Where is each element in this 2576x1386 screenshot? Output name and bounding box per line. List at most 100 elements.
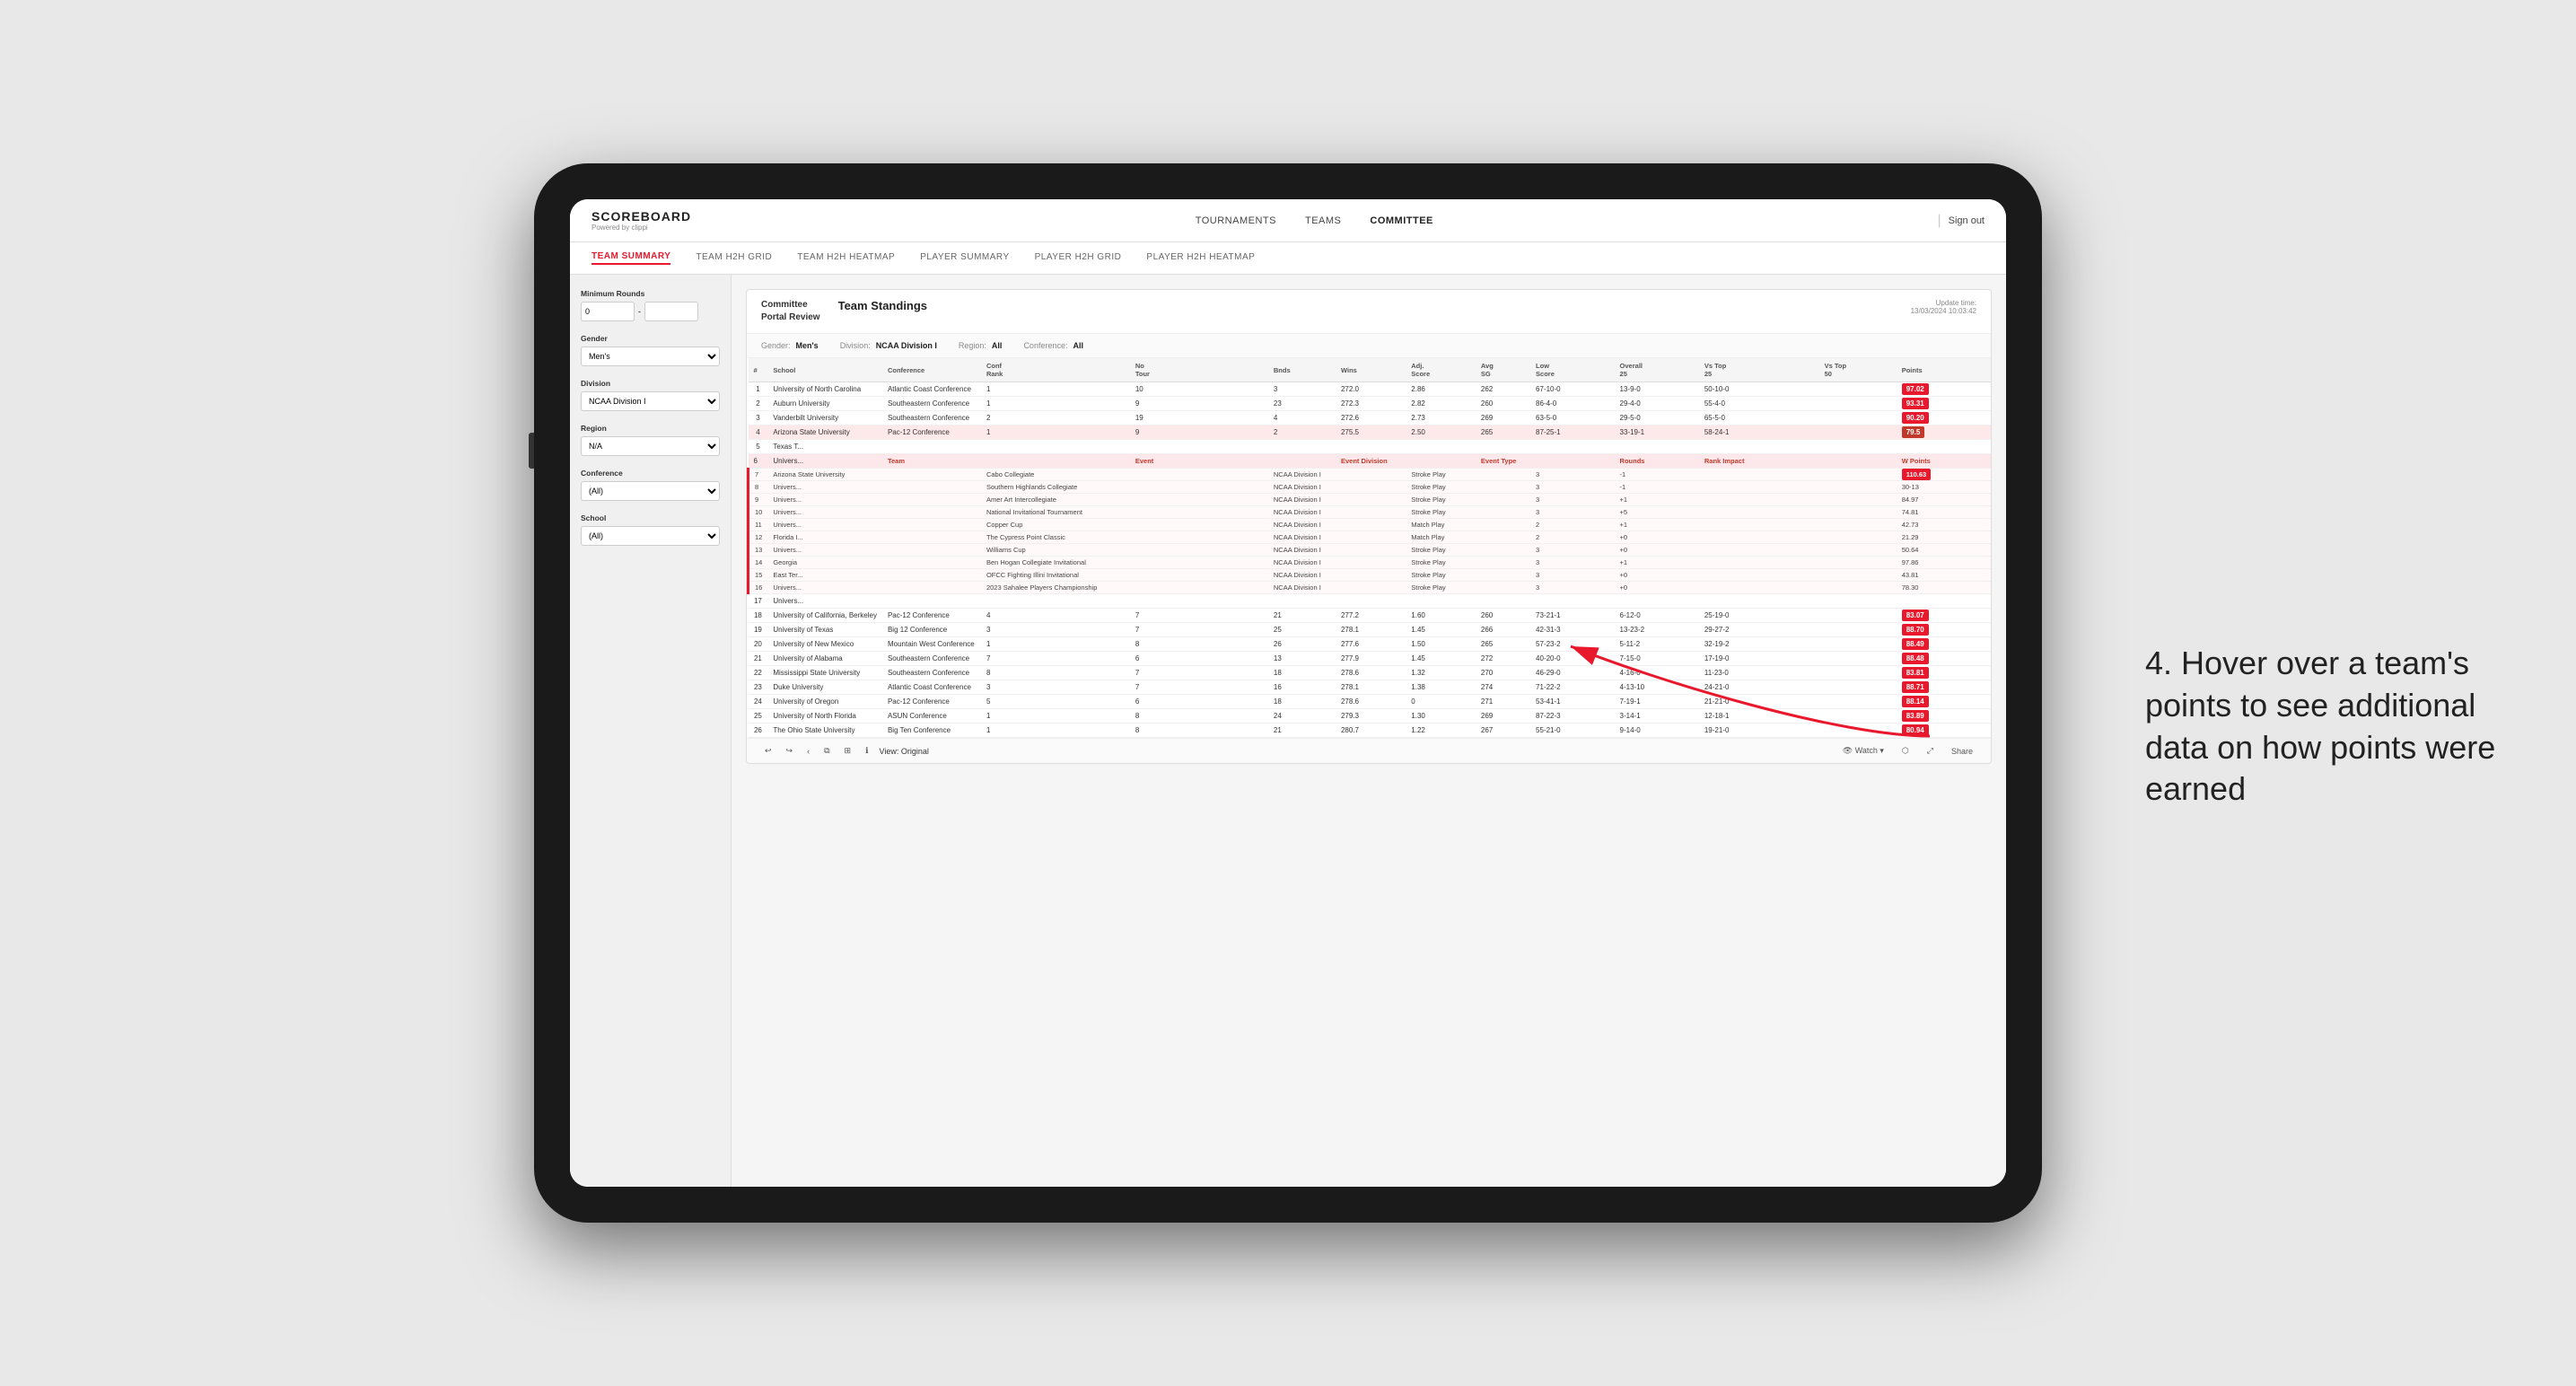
toolbar-right: 👁 Watch ▾ ⬡ ⤢ Share <box>1839 744 1976 758</box>
expanded-row: 8 Univers... Southern Highlands Collegia… <box>749 481 1992 494</box>
copy-button[interactable]: ⧉ <box>820 744 833 758</box>
sidebar-min-rounds: Minimum Rounds - <box>581 289 720 321</box>
resize-button[interactable]: ⤢ <box>1923 744 1937 758</box>
sidebar-region: Region N/A <box>581 424 720 456</box>
th-no-tour: NoTour <box>1130 358 1268 382</box>
share-icon: ⬡ <box>1898 744 1913 758</box>
expanded-row: 9 Univers... Amer Art Intercollegiate NC… <box>749 494 1992 506</box>
sidebar: Minimum Rounds - Gender Men's Division <box>570 275 732 1187</box>
portal-title: Committee Portal Review <box>761 299 820 324</box>
nav-teams[interactable]: TEAMS <box>1305 215 1341 226</box>
gender-select[interactable]: Men's <box>581 346 720 366</box>
region-select[interactable]: N/A <box>581 436 720 456</box>
view-label[interactable]: View: Original <box>880 747 929 756</box>
points-badge[interactable]: 97.02 <box>1902 383 1929 395</box>
points-badge[interactable]: 88.49 <box>1902 638 1929 650</box>
table-row: 23 Duke University Atlantic Coast Confer… <box>749 680 1992 695</box>
filter-region: Region: All <box>959 341 1003 350</box>
expanded-row: 10 Univers... National Invitational Tour… <box>749 506 1992 519</box>
points-badge[interactable]: 90.20 <box>1902 412 1929 424</box>
table-row: 26 The Ohio State University Big Ten Con… <box>749 724 1992 738</box>
expanded-row: 12 Florida I... The Cypress Point Classi… <box>749 531 1992 544</box>
th-bnds: Bnds <box>1268 358 1336 382</box>
tablet-frame: SCOREBOARD Powered by clippi TOURNAMENTS… <box>534 163 2042 1223</box>
expanded-header-row: 6 Univers... Team Event Event Division E… <box>749 454 1992 469</box>
nav-tournaments[interactable]: TOURNAMENTS <box>1196 215 1276 226</box>
region-label: Region <box>581 424 720 433</box>
bottom-toolbar: ↩ ↪ ‹ ⧉ ⊞ ℹ View: Original 👁 Watch ▾ <box>747 738 1991 763</box>
sidebar-school: School (All) <box>581 513 720 546</box>
school-select[interactable]: (All) <box>581 526 720 546</box>
points-badge[interactable]: 88.48 <box>1902 653 1929 664</box>
th-points: Points <box>1897 358 1991 382</box>
range-separator: - <box>638 307 641 316</box>
logo-area: SCOREBOARD Powered by clippi <box>591 209 691 232</box>
points-badge[interactable]: 80.94 <box>1902 724 1929 736</box>
table-row: 24 University of Oregon Pac-12 Conferenc… <box>749 695 1992 709</box>
school-label: School <box>581 513 720 522</box>
redo-button[interactable]: ↪ <box>783 744 797 758</box>
points-badge[interactable]: 83.89 <box>1902 710 1929 722</box>
min-rounds-max[interactable] <box>644 302 698 321</box>
th-rank: # <box>749 358 768 382</box>
sub-nav: TEAM SUMMARY TEAM H2H GRID TEAM H2H HEAT… <box>570 242 2006 275</box>
info-button[interactable]: ℹ <box>862 744 872 758</box>
th-adj-score: Adj.Score <box>1406 358 1476 382</box>
sign-out-divider: | Sign out <box>1937 213 1985 229</box>
logo-sub: Powered by clippi <box>591 224 691 232</box>
th-school: School <box>767 358 882 382</box>
range-row: - <box>581 302 720 321</box>
standings-table: # School Conference ConfRank NoTour Bnds… <box>747 358 1991 738</box>
grid-button[interactable]: ⊞ <box>841 744 855 758</box>
filter-conference: Conference: All <box>1023 341 1083 350</box>
tab-player-h2h-grid[interactable]: PLAYER H2H GRID <box>1035 252 1122 264</box>
update-time: Update time: 13/03/2024 10:03:42 <box>1911 299 1976 315</box>
points-badge[interactable]: 83.07 <box>1902 610 1929 621</box>
conference-select[interactable]: (All) <box>581 481 720 501</box>
filter-gender: Gender: Men's <box>761 341 819 350</box>
expanded-row: 13 Univers... Williams Cup NCAA Division… <box>749 544 1992 557</box>
share-button[interactable]: Share <box>1948 745 1976 758</box>
table-row: 17 Univers... <box>749 594 1992 609</box>
points-badge[interactable]: 88.70 <box>1902 624 1929 636</box>
table-row: 25 University of North Florida ASUN Conf… <box>749 709 1992 724</box>
min-rounds-min[interactable] <box>581 302 635 321</box>
th-vs-top50: Vs Top50 <box>1819 358 1897 382</box>
watch-button[interactable]: 👁 Watch ▾ <box>1839 744 1888 758</box>
tablet-side-button <box>529 433 534 469</box>
annotation-text: 4. Hover over a team's points to see add… <box>2145 643 2522 811</box>
th-conference: Conference <box>882 358 981 382</box>
points-badge[interactable]: 110.63 <box>1902 469 1932 480</box>
th-low-score: LowScore <box>1530 358 1615 382</box>
points-badge[interactable]: 88.71 <box>1902 681 1929 693</box>
table-row: 20 University of New Mexico Mountain Wes… <box>749 637 1992 652</box>
table-row: 19 University of Texas Big 12 Conference… <box>749 623 1992 637</box>
conference-label: Conference <box>581 469 720 478</box>
nav-left-button[interactable]: ‹ <box>803 745 813 758</box>
expanded-row: 16 Univers... 2023 Sahalee Players Champ… <box>749 582 1992 594</box>
filter-division: Division: NCAA Division I <box>840 341 937 350</box>
tab-player-h2h-heatmap[interactable]: PLAYER H2H HEATMAP <box>1146 252 1255 264</box>
gender-label: Gender <box>581 334 720 343</box>
report-container: Committee Portal Review Team Standings U… <box>746 289 1992 764</box>
points-badge[interactable]: 88.14 <box>1902 696 1929 707</box>
division-select[interactable]: NCAA Division I <box>581 391 720 411</box>
tab-team-h2h-grid[interactable]: TEAM H2H GRID <box>696 252 772 264</box>
th-overall: Overall25 <box>1615 358 1699 382</box>
table-row: 21 University of Alabama Southeastern Co… <box>749 652 1992 666</box>
sidebar-gender: Gender Men's <box>581 334 720 366</box>
tab-team-h2h-heatmap[interactable]: TEAM H2H HEATMAP <box>797 252 895 264</box>
points-badge[interactable]: 93.31 <box>1902 398 1929 409</box>
sign-out-button[interactable]: Sign out <box>1949 215 1985 226</box>
standings-title: Team Standings <box>838 299 927 312</box>
sidebar-division: Division NCAA Division I <box>581 379 720 411</box>
points-badge[interactable]: 83.81 <box>1902 667 1929 679</box>
tab-team-summary[interactable]: TEAM SUMMARY <box>591 251 670 265</box>
top-nav: SCOREBOARD Powered by clippi TOURNAMENTS… <box>570 199 2006 242</box>
division-label: Division <box>581 379 720 388</box>
points-badge-highlighted[interactable]: 79.5 <box>1902 426 1925 438</box>
nav-committee[interactable]: COMMITTEE <box>1370 215 1433 226</box>
table-row: 22 Mississippi State University Southeas… <box>749 666 1992 680</box>
tab-player-summary[interactable]: PLAYER SUMMARY <box>920 252 1009 264</box>
undo-button[interactable]: ↩ <box>761 744 775 758</box>
